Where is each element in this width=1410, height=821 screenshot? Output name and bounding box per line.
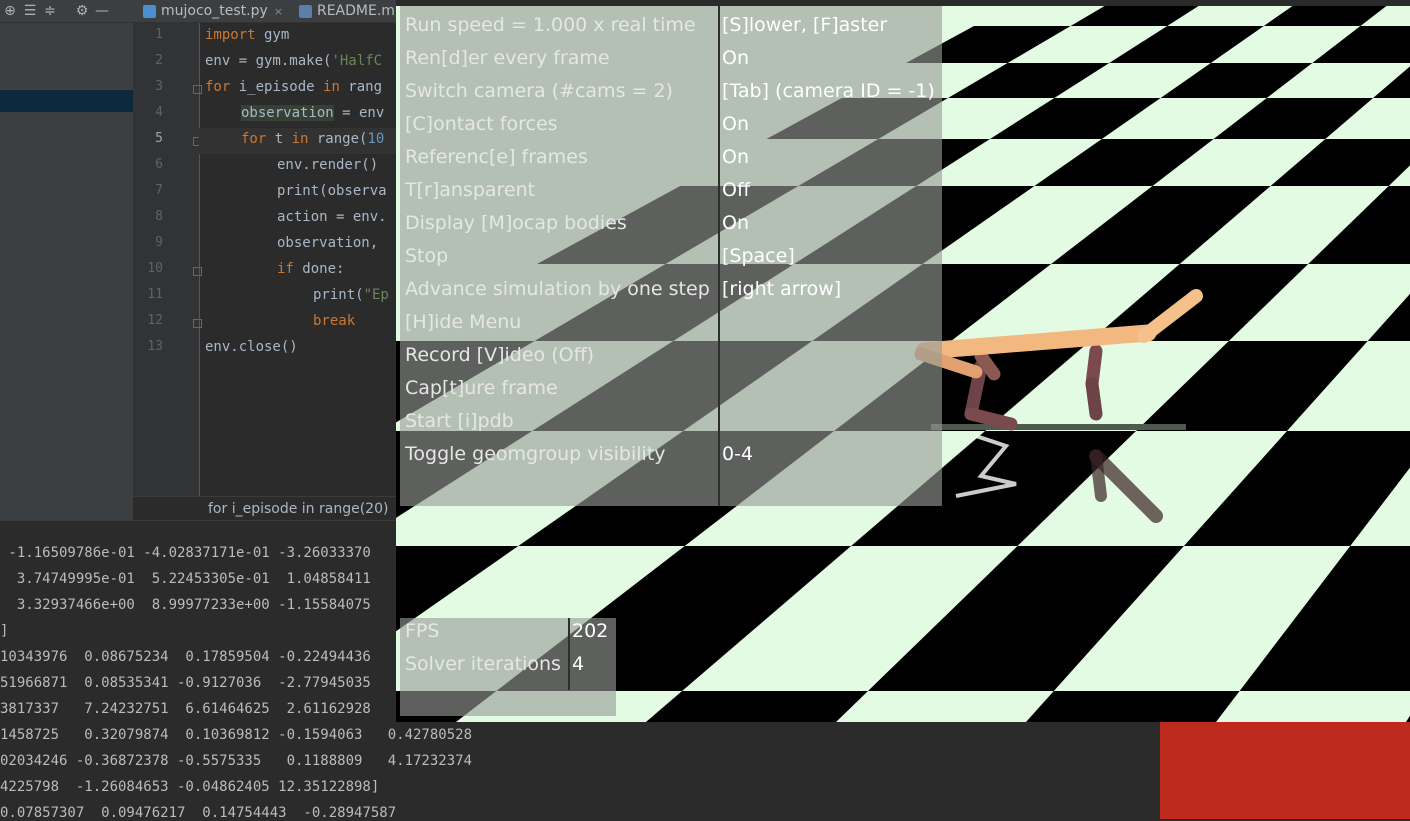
- console-line: 3817337 7.24232751 6.61464625 2.61162928: [0, 701, 371, 717]
- breadcrumb[interactable]: for i_episode in range(20): [133, 496, 396, 520]
- line-number: 1: [155, 27, 163, 42]
- line-number: 8: [155, 209, 163, 224]
- menu-value: [S]lower, [F]aster: [722, 14, 888, 36]
- menu-label: Display [M]ocap bodies: [405, 212, 627, 234]
- menu-column-divider: [718, 6, 720, 506]
- background-window: [1160, 722, 1410, 819]
- code-line: print("Ep: [313, 287, 389, 303]
- menu-value: On: [722, 212, 749, 234]
- line-number: 5: [155, 131, 163, 146]
- stat-label: Solver iterations: [405, 653, 561, 675]
- tab-label: mujoco_test.py: [161, 3, 268, 19]
- gear-icon[interactable]: ⚙: [72, 0, 92, 22]
- code-editor[interactable]: 1 2 3 4 5 6 7 8 9 10 11 12 13 import gym…: [133, 23, 396, 520]
- crosshair-icon[interactable]: ⊕: [0, 0, 20, 22]
- project-toolbar: ⊕ ☰ ≑ ⚙ —: [0, 0, 133, 23]
- expand-all-icon[interactable]: ☰: [20, 0, 40, 22]
- menu-label: Ren[d]er every frame: [405, 47, 610, 69]
- close-icon[interactable]: ×: [274, 5, 283, 18]
- collapse-all-icon[interactable]: ≑: [40, 0, 60, 22]
- menu-value: On: [722, 146, 749, 168]
- stat-value: 4: [572, 653, 585, 675]
- stats-column-divider: [568, 618, 570, 690]
- line-gutter: 1 2 3 4 5 6 7 8 9 10 11 12 13: [133, 23, 202, 520]
- editor-tab-bar: mujoco_test.py × README.m: [133, 0, 396, 23]
- menu-label: Run speed = 1.000 x real time: [405, 14, 696, 36]
- python-file-icon: [143, 4, 156, 18]
- code-line: import gym: [205, 27, 290, 43]
- menu-value: [Space]: [722, 245, 795, 267]
- line-number: 13: [147, 339, 163, 354]
- code-line: if done:: [277, 261, 345, 277]
- code-line: for i_episode in rang: [205, 79, 383, 95]
- line-number: 12: [147, 313, 163, 328]
- fold-marker-icon[interactable]: [193, 267, 202, 276]
- minimize-icon[interactable]: —: [92, 0, 112, 22]
- line-number: 6: [155, 157, 163, 172]
- code-line: env = gym.make('HalfC: [205, 53, 383, 69]
- menu-value: 0-4: [722, 443, 754, 465]
- mujoco-viewer-window[interactable]: Run speed = 1.000 x real time [S]lower, […: [396, 6, 1410, 722]
- console-line: ]: [0, 623, 9, 639]
- menu-value: Off: [722, 179, 751, 201]
- code-line: env.render(): [277, 157, 379, 173]
- code-line: print(observa: [277, 183, 387, 199]
- fold-marker-icon[interactable]: [193, 85, 202, 94]
- console-line: 3.74749995e-01 5.22453305e-01 1.04858411: [0, 571, 371, 587]
- line-number: 11: [147, 287, 163, 302]
- menu-label: Cap[t]ure frame: [405, 377, 558, 399]
- console-line: -1.16509786e-01 -4.02837171e-01 -3.26033…: [0, 545, 371, 561]
- fold-marker-icon[interactable]: [193, 319, 202, 328]
- code-line: observation = env: [241, 105, 385, 121]
- line-number: 9: [155, 235, 163, 250]
- stat-value: 202: [572, 620, 609, 642]
- menu-value: [Tab] (camera ID = -1): [722, 80, 935, 102]
- code-line: env.close(): [205, 339, 298, 355]
- menu-label: Referenc[e] frames: [405, 146, 588, 168]
- console-line: 02034246 -0.36872378 -0.5575335 0.118880…: [0, 753, 473, 769]
- menu-label: Stop: [405, 245, 449, 267]
- line-number: 10: [147, 261, 163, 276]
- console-line: 4225798 -1.26084653 -0.04862405 12.35122…: [0, 779, 380, 795]
- menu-label: Switch camera (#cams = 2): [405, 80, 673, 102]
- console-line: 51966871 0.08535341 -0.9127036 -2.779450…: [0, 675, 371, 691]
- menu-label: [H]ide Menu: [405, 311, 522, 333]
- project-panel: [0, 23, 134, 520]
- menu-label: Record [V]ideo (Off): [405, 344, 595, 366]
- code-line: action = env.: [277, 209, 387, 225]
- tab-readme[interactable]: README.m: [289, 0, 396, 22]
- code-line: break: [313, 313, 356, 329]
- stat-label: FPS: [405, 620, 440, 642]
- line-number: 2: [155, 53, 163, 68]
- menu-value: On: [722, 47, 749, 69]
- menu-label: Advance simulation by one step: [405, 278, 710, 300]
- console-line: 3.32937466e+00 8.99977233e+00 -1.1558407…: [0, 597, 371, 613]
- markdown-file-icon: [298, 4, 312, 18]
- line-number: 7: [155, 183, 163, 198]
- tab-label: README.m: [316, 3, 395, 19]
- menu-value: On: [722, 113, 749, 135]
- project-tree-selected-row[interactable]: [0, 90, 133, 112]
- code-line: for t in range(10: [241, 131, 385, 147]
- menu-label: [C]ontact forces: [405, 113, 558, 135]
- console-line: 1458725 0.32079874 0.10369812 -0.1594063…: [0, 727, 473, 743]
- menu-label: Toggle geomgroup visibility: [405, 443, 666, 465]
- tab-mujoco-test[interactable]: mujoco_test.py ×: [133, 0, 289, 22]
- menu-label: Start [i]pdb: [405, 410, 514, 432]
- code-line: observation,: [277, 235, 387, 251]
- line-number: 4: [155, 105, 163, 120]
- menu-label: T[r]ansparent: [405, 179, 536, 201]
- console-line: 10343976 0.08675234 0.17859504 -0.224944…: [0, 649, 371, 665]
- line-number: 3: [155, 79, 163, 94]
- menu-value: [right arrow]: [722, 278, 842, 300]
